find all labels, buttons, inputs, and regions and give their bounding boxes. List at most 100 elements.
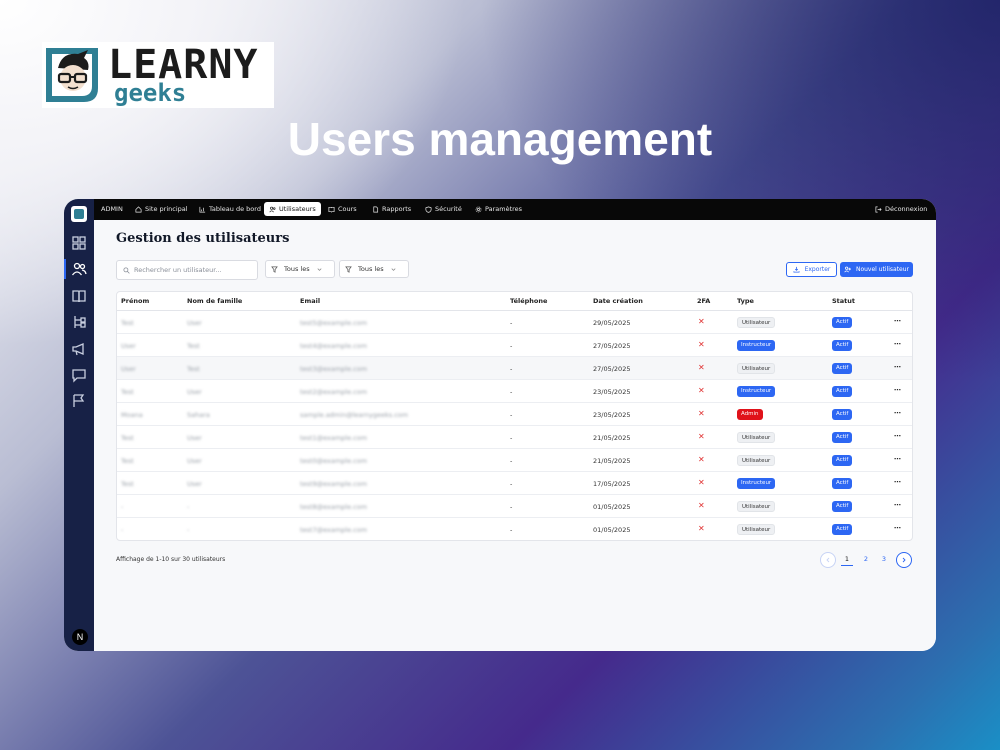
cell-created: 23/05/2025 [593,388,631,396]
table-row[interactable]: - - test8@example.com - 01/05/2025 ✕ Utilisate… [117,495,912,518]
twofa-disabled-icon: ✕ [698,409,705,418]
top-navbar: ADMIN Site principal Tableau de bord Uti… [94,199,936,220]
cell-created: 21/05/2025 [593,434,631,442]
header-status[interactable]: Statut [832,297,855,305]
page-2-button[interactable]: 2 [860,555,872,563]
table-row[interactable]: Test User test5@example.com - 29/05/2025 ✕ Uti… [117,311,912,334]
row-actions-button[interactable]: ⋯ [894,317,902,325]
table-row[interactable]: User Test test3@example.com - 27/05/2025 ✕ Uti… [117,357,912,380]
status-badge: Actif [832,409,853,420]
users-icon[interactable] [71,261,87,277]
next-page-button[interactable] [896,552,912,568]
flag-icon[interactable] [71,393,87,409]
cell-phone: - [510,388,513,396]
status-badge: Actif [832,455,853,466]
twofa-disabled-icon: ✕ [698,432,705,441]
nav-tableau-de-bord[interactable]: Tableau de bord [194,202,266,216]
dashboard-icon[interactable] [71,235,87,251]
row-actions-button[interactable]: ⋯ [894,432,902,440]
megaphone-icon[interactable] [71,341,87,357]
n-badge[interactable]: N [72,629,88,645]
download-icon [793,266,800,273]
status-filter-select[interactable]: Tous les statuts [339,260,409,278]
twofa-disabled-icon: ✕ [698,478,705,487]
nav-cours[interactable]: Cours [323,202,362,216]
sidebar-active-indicator [64,259,66,279]
cell-phone: - [510,480,513,488]
sidebar: N [64,199,94,651]
twofa-disabled-icon: ✕ [698,455,705,464]
chevron-right-icon [902,557,906,563]
row-actions-button[interactable]: ⋯ [894,386,902,394]
book-icon[interactable] [71,288,87,304]
twofa-disabled-icon: ✕ [698,363,705,372]
twofa-disabled-icon: ✕ [698,501,705,510]
table-row[interactable]: Test User test1@example.com - 21/05/2025 ✕ Uti… [117,426,912,449]
chevron-left-icon [826,557,830,563]
header-2fa[interactable]: 2FA [697,297,710,305]
cell-first-name: - [121,526,124,534]
twofa-disabled-icon: ✕ [698,386,705,395]
nav-rapports[interactable]: Rapports [367,202,416,216]
cell-first-name: Test [121,434,134,442]
table-row[interactable]: Test User test2@example.com - 23/05/2025 ✕ Ins… [117,380,912,403]
status-badge: Actif [832,317,853,328]
cell-last-name: Test [187,365,200,373]
cell-first-name: Test [121,319,134,327]
header-phone[interactable]: Téléphone [510,297,547,305]
cell-phone: - [510,434,513,442]
table-row[interactable]: Moana Sahara sample.admin@learnygeeks.com -… [117,403,912,426]
logout-button[interactable]: Déconnexion [870,202,932,216]
table-row[interactable]: Test User test0@example.com - 21/05/2025 ✕ Uti… [117,449,912,472]
table-row[interactable]: User Test test4@example.com - 27/05/2025 ✕ Ins… [117,334,912,357]
page-headline: Users management [287,113,713,165]
status-badge: Actif [832,432,853,443]
chat-icon[interactable] [71,367,87,383]
row-actions-button[interactable]: ⋯ [894,409,902,417]
app-logo-icon[interactable] [71,206,87,222]
cell-created: 29/05/2025 [593,319,631,327]
cell-email: sample.admin@learnygeeks.com [300,411,409,419]
new-user-button[interactable]: Nouvel utilisateur [840,262,913,277]
status-badge: Actif [832,363,853,374]
header-type[interactable]: Type [737,297,754,305]
row-actions-button[interactable]: ⋯ [894,363,902,371]
type-filter-select[interactable]: Tous les types [265,260,335,278]
export-button[interactable]: Exporter [786,262,837,277]
header-first-name[interactable]: Prénom [121,297,149,305]
tree-icon[interactable] [71,314,87,330]
row-actions-button[interactable]: ⋯ [894,501,902,509]
header-created[interactable]: Date création [593,297,643,305]
row-actions-button[interactable]: ⋯ [894,455,902,463]
filter-icon [345,266,352,273]
cell-email: test8@example.com [300,503,368,511]
type-badge: Utilisateur [737,501,776,512]
cell-last-name: - [187,526,190,534]
cell-email: test4@example.com [300,342,368,350]
header-email[interactable]: Email [300,297,320,305]
row-actions-button[interactable]: ⋯ [894,340,902,348]
table-row[interactable]: - - test7@example.com - 01/05/2025 ✕ Utilisate… [117,518,912,540]
row-actions-button[interactable]: ⋯ [894,478,902,486]
cell-phone: - [510,365,513,373]
search-input[interactable] [134,263,254,277]
nav-securite[interactable]: Sécurité [420,202,467,216]
nav-site-principal[interactable]: Site principal [130,202,193,216]
page-title: Gestion des utilisateurs [116,231,290,246]
status-badge: Actif [832,524,853,535]
cell-created: 21/05/2025 [593,457,631,465]
page-1-button[interactable]: 1 [841,555,853,566]
cell-phone: - [510,319,513,327]
row-actions-button[interactable]: ⋯ [894,524,902,532]
twofa-disabled-icon: ✕ [698,340,705,349]
header-last-name[interactable]: Nom de famille [187,297,242,305]
cell-last-name: - [187,503,190,511]
nav-utilisateurs[interactable]: Utilisateurs [264,202,321,216]
cell-created: 23/05/2025 [593,411,631,419]
nav-parametres[interactable]: Paramètres [470,202,527,216]
table-row[interactable]: Test User test9@example.com - 17/05/2025 ✕ Ins… [117,472,912,495]
geek-mascot-icon [46,48,98,102]
chevron-down-icon [317,267,322,271]
prev-page-button[interactable] [820,552,836,568]
page-3-button[interactable]: 3 [878,555,890,563]
